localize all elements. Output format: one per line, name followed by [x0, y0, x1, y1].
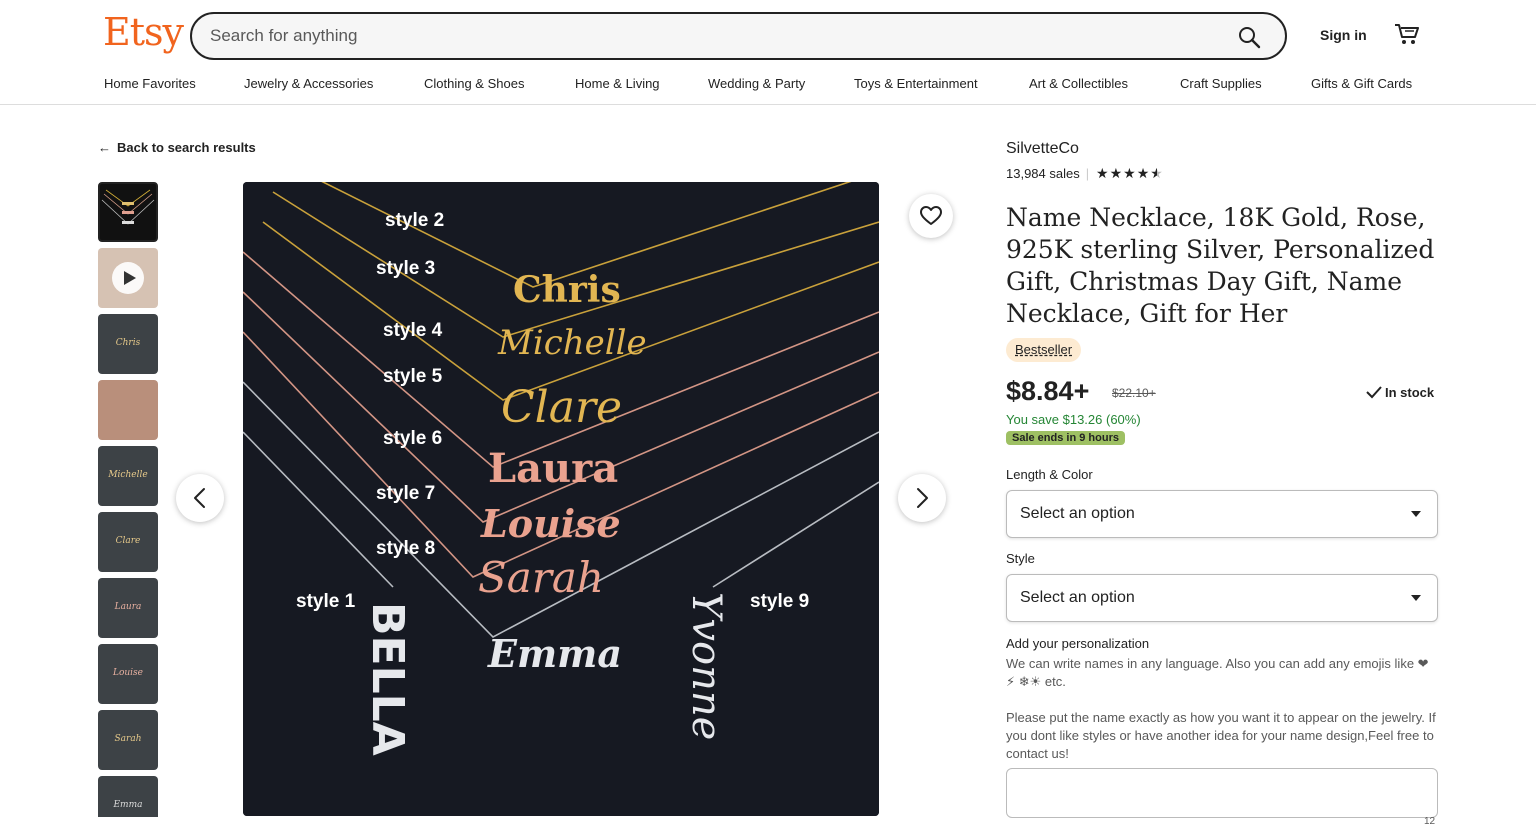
select-value: Select an option	[1020, 505, 1135, 522]
product-title: Name Necklace, 18K Gold, Rose, 925K ster…	[1006, 203, 1435, 328]
shop-name-link[interactable]: SilvetteCo	[1006, 140, 1079, 158]
heart-icon	[920, 206, 942, 225]
back-to-search-link[interactable]: ← Back to search results	[98, 140, 256, 155]
sales-count: 13,984 sales |	[1006, 166, 1089, 181]
sign-in-link[interactable]: Sign in	[1320, 27, 1367, 43]
checkmark-icon	[1366, 386, 1382, 399]
style-label: style 1	[296, 591, 356, 612]
thumbnail-label: Michelle	[108, 470, 148, 480]
thumbnail[interactable]: Sarah	[98, 710, 158, 770]
nav-clothing-shoes[interactable]: Clothing & Shoes	[424, 76, 524, 91]
style-label: style 2	[385, 210, 444, 231]
sales-count-text: 13,984 sales	[1006, 166, 1080, 181]
bestseller-badge[interactable]: Bestseller	[1006, 338, 1082, 362]
product-main-image[interactable]: style 2 style 3 style 4 style 5 style 6 …	[243, 182, 879, 816]
thumbnail-video[interactable]	[98, 248, 158, 308]
search-icon[interactable]	[1237, 25, 1261, 49]
star-icon: ★	[1096, 165, 1110, 181]
thumbnail-image	[101, 189, 155, 225]
character-counter: 12	[1424, 816, 1436, 827]
necklace-name: BELLA	[362, 602, 413, 756]
length-color-label: Length & Color	[1006, 467, 1093, 482]
thumbnail-label: Chris	[115, 338, 141, 348]
thumbnail-label: Sarah	[114, 734, 142, 744]
previous-image-button[interactable]	[176, 474, 224, 522]
necklace-name: Chris	[513, 269, 621, 311]
thumbnail-label: Louise	[112, 668, 143, 678]
search-bar[interactable]	[190, 12, 1287, 60]
thumbnail[interactable]	[98, 182, 158, 242]
favorite-button[interactable]	[909, 194, 953, 238]
necklace-name: Sarah	[478, 553, 604, 602]
style-label: style 3	[376, 258, 435, 279]
chevron-left-icon	[194, 488, 205, 508]
next-image-button[interactable]	[898, 474, 946, 522]
personalization-instructions: We can write names in any language. Also…	[1006, 656, 1429, 689]
style-label: style 6	[383, 428, 442, 449]
site-header: Etsy Sign in Home Favorites Jewelry & Ac…	[0, 0, 1536, 105]
sale-ends-badge: Sale ends in 9 hours	[1006, 431, 1125, 445]
divider: |	[1085, 166, 1090, 181]
thumbnail-strip: Chris Michelle Clare Laura Louise Sarah …	[98, 182, 158, 817]
stock-status-text: In stock	[1385, 385, 1435, 400]
original-price: $22.10+	[1112, 386, 1156, 400]
nav-gifts-gift-cards[interactable]: Gifts & Gift Cards	[1311, 76, 1412, 91]
necklace-name: Clare	[501, 382, 622, 433]
necklace-name: Louise	[480, 501, 621, 546]
thumbnail[interactable]: Emma	[98, 776, 158, 817]
etsy-logo[interactable]: Etsy	[103, 10, 184, 54]
play-icon	[112, 262, 144, 294]
style-label: style 8	[376, 538, 435, 559]
thumbnail[interactable]: Clare	[98, 512, 158, 572]
thumbnail-label: Emma	[113, 800, 143, 810]
nav-craft-supplies[interactable]: Craft Supplies	[1180, 76, 1262, 91]
length-color-select[interactable]: Select an option	[1006, 490, 1438, 538]
personalization-title: Add your personalization	[1006, 636, 1150, 651]
chevron-right-icon	[917, 488, 928, 508]
nav-home-living[interactable]: Home & Living	[575, 76, 660, 91]
caret-down-icon	[1411, 595, 1421, 601]
style-label: style 7	[376, 483, 435, 504]
thumbnail[interactable]: Laura	[98, 578, 158, 638]
star-icon: ★	[1123, 165, 1137, 181]
necklace-photo: style 2 style 3 style 4 style 5 style 6 …	[243, 182, 879, 816]
star-icon: ★	[1109, 165, 1124, 181]
style-label: style 9	[750, 591, 809, 612]
rating-stars[interactable]: ★★★★★	[1096, 165, 1164, 182]
nav-home-favorites[interactable]: Home Favorites	[104, 76, 196, 91]
style-select[interactable]: Select an option	[1006, 574, 1438, 622]
savings-text: You save $13.26 (60%)	[1006, 412, 1141, 427]
star-icon: ★	[1136, 165, 1151, 181]
stock-status: In stock	[1366, 385, 1434, 400]
caret-down-icon	[1411, 511, 1421, 517]
search-input[interactable]	[210, 14, 1210, 58]
select-value: Select an option	[1020, 589, 1135, 606]
thumbnail[interactable]	[98, 380, 158, 440]
thumbnail[interactable]: Michelle	[98, 446, 158, 506]
nav-wedding-party[interactable]: Wedding & Party	[708, 76, 805, 91]
back-link-label: Back to search results	[117, 140, 256, 155]
thumbnail[interactable]: Louise	[98, 644, 158, 704]
necklace-name: Yvonne	[683, 592, 729, 740]
style-label: style 5	[383, 366, 443, 387]
nav-toys-entertainment[interactable]: Toys & Entertainment	[854, 76, 978, 91]
necklace-name: Michelle	[497, 323, 647, 363]
personalization-instructions: Please put the name exactly as how you w…	[1006, 710, 1436, 761]
style-label: style 4	[383, 320, 443, 341]
thumbnail[interactable]: Chris	[98, 314, 158, 374]
nav-jewelry-accessories[interactable]: Jewelry & Accessories	[244, 76, 373, 91]
thumbnail-label: Laura	[114, 602, 142, 612]
nav-art-collectibles[interactable]: Art & Collectibles	[1029, 76, 1128, 91]
cart-icon[interactable]	[1394, 22, 1420, 46]
half-star-icon: ★	[1150, 165, 1164, 181]
style-label: Style	[1006, 551, 1035, 566]
thumbnail-label: Clare	[115, 536, 141, 546]
necklace-name: Emma	[487, 631, 622, 676]
personalization-textarea[interactable]	[1006, 768, 1438, 818]
necklace-name: Laura	[488, 445, 618, 492]
arrow-left-icon: ←	[98, 140, 111, 155]
price: $8.84+	[1006, 376, 1090, 406]
